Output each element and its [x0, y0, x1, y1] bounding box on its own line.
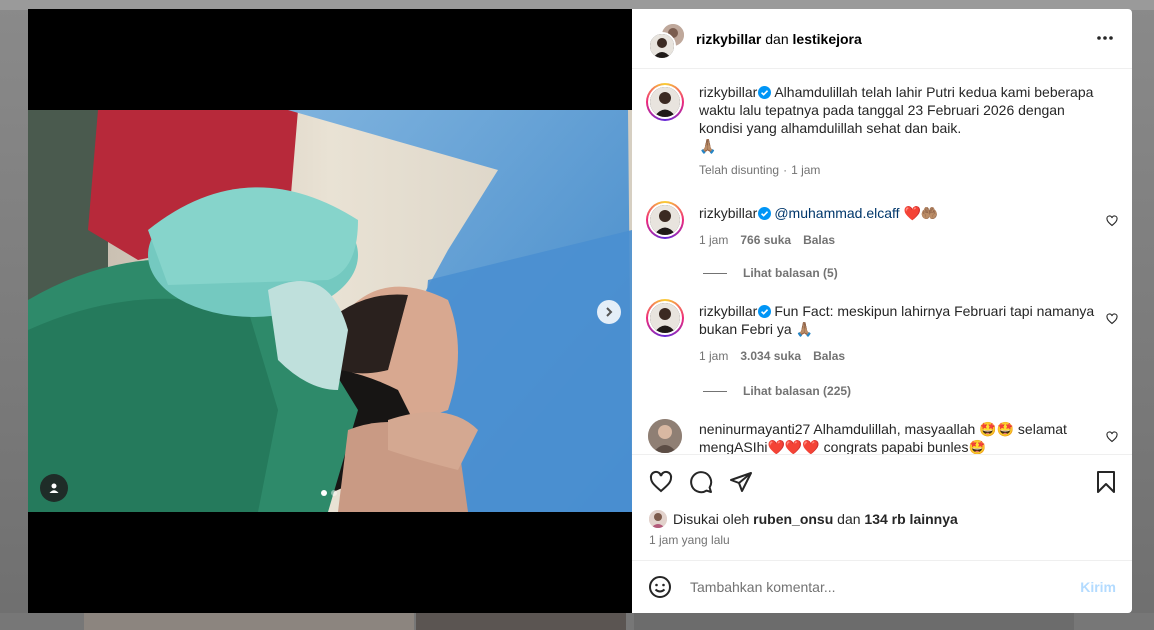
view-replies-button[interactable]: Lihat balasan (5) — [703, 266, 838, 280]
avatar-story-ring[interactable] — [646, 299, 684, 337]
comment-text: ❤️🤲🏽 — [899, 205, 939, 221]
carousel-next-button[interactable] — [597, 300, 621, 324]
avatar[interactable] — [648, 419, 682, 453]
chevron-right-icon — [606, 307, 613, 317]
post-comment-button[interactable]: Kirim — [1080, 579, 1116, 595]
likes-prefix: Disukai oleh — [673, 511, 750, 527]
author-username[interactable]: rizkybillar — [696, 31, 761, 47]
comment-username[interactable]: rizkybillar — [699, 205, 757, 221]
reply-button[interactable]: Balas — [813, 347, 845, 365]
likes-count[interactable]: 134 rb lainnya — [864, 511, 957, 527]
caption-time: 1 jam — [791, 163, 821, 177]
comment-time: 1 jam — [699, 349, 729, 363]
heart-icon[interactable] — [1106, 431, 1118, 443]
avatar — [648, 31, 676, 60]
edited-label: Telah disunting — [699, 163, 780, 177]
post-photo — [28, 110, 632, 512]
caption-emoji: 🙏🏽 — [699, 138, 717, 154]
collaborator-username[interactable]: lestikejora — [793, 31, 862, 47]
comments-list[interactable]: rizkybillar Alhamdulillah telah lahir Put… — [632, 70, 1132, 454]
view-replies-label: Lihat balasan (225) — [743, 384, 852, 398]
view-replies-button[interactable]: Lihat balasan (225) — [703, 384, 851, 398]
comment-item: rizkybillar Fun Fact: meskipun lahirnya F… — [646, 299, 1118, 365]
background-thumbnail — [416, 613, 626, 630]
caption: rizkybillar Alhamdulillah telah lahir Put… — [646, 83, 1118, 179]
comment-item: neninurmayanti27 Alhamdulillah, masyaall… — [646, 417, 1118, 454]
comment-time: 1 jam — [699, 233, 729, 247]
carousel-indicator — [321, 490, 337, 496]
tagged-users-button[interactable] — [40, 474, 68, 502]
collab-avatars[interactable] — [648, 21, 686, 60]
reply-button[interactable]: Balas — [803, 231, 835, 249]
bookmark-icon[interactable] — [1095, 470, 1117, 494]
post-timestamp[interactable]: 1 jam yang lalu — [649, 533, 730, 547]
avatar[interactable] — [649, 510, 667, 528]
share-icon[interactable] — [729, 470, 753, 494]
comment-likes[interactable]: 766 suka — [740, 231, 791, 249]
user-tag-icon — [49, 483, 59, 493]
comment-input[interactable] — [688, 578, 1081, 596]
heart-icon[interactable] — [649, 470, 673, 494]
emoji-icon[interactable] — [648, 575, 672, 599]
comment-likes[interactable]: 3.034 suka — [740, 347, 801, 365]
heart-icon[interactable] — [1106, 215, 1118, 227]
post-author-line: rizkybillar dan lestikejora — [696, 31, 862, 47]
avatar — [650, 205, 680, 235]
heart-icon[interactable] — [1106, 313, 1118, 325]
meta-separator: · — [783, 163, 788, 177]
author-joiner: dan — [765, 30, 789, 47]
more-horizontal-icon[interactable] — [1096, 29, 1114, 47]
post-media — [28, 9, 632, 613]
comment-icon[interactable] — [689, 470, 713, 494]
comment-username[interactable]: neninurmayanti27 — [699, 421, 810, 437]
carousel-dot — [321, 490, 327, 496]
avatar — [650, 87, 680, 117]
avatar — [650, 303, 680, 333]
comment-item: rizkybillar @muhammad.elcaff ❤️🤲🏽 1 jam 7… — [646, 201, 1118, 249]
avatar-story-ring[interactable] — [646, 83, 684, 121]
verified-badge-icon — [758, 305, 772, 318]
verified-badge-icon — [758, 86, 772, 99]
carousel-dot — [331, 490, 337, 496]
post-details-panel: rizkybillar dan lestikejora rizkybillar A… — [632, 9, 1132, 613]
background-thumbnail — [84, 613, 414, 630]
post-header: rizkybillar dan lestikejora — [632, 9, 1132, 69]
liked-by-user[interactable]: ruben_onsu — [753, 511, 833, 527]
likes-joiner: dan — [837, 511, 861, 527]
comment-username[interactable]: rizkybillar — [699, 84, 757, 100]
comment-mention[interactable]: @muhammad.elcaff — [774, 205, 899, 221]
avatar-story-ring[interactable] — [646, 201, 684, 239]
add-comment-bar: Kirim — [632, 560, 1132, 613]
view-replies-label: Lihat balasan (5) — [743, 266, 838, 280]
verified-badge-icon — [758, 207, 772, 220]
post-action-bar — [632, 454, 1132, 501]
background-thumbnail — [634, 613, 1074, 630]
likes-summary: Disukai oleh ruben_onsu dan 134 rb lainn… — [649, 510, 958, 528]
comment-username[interactable]: rizkybillar — [699, 303, 757, 319]
